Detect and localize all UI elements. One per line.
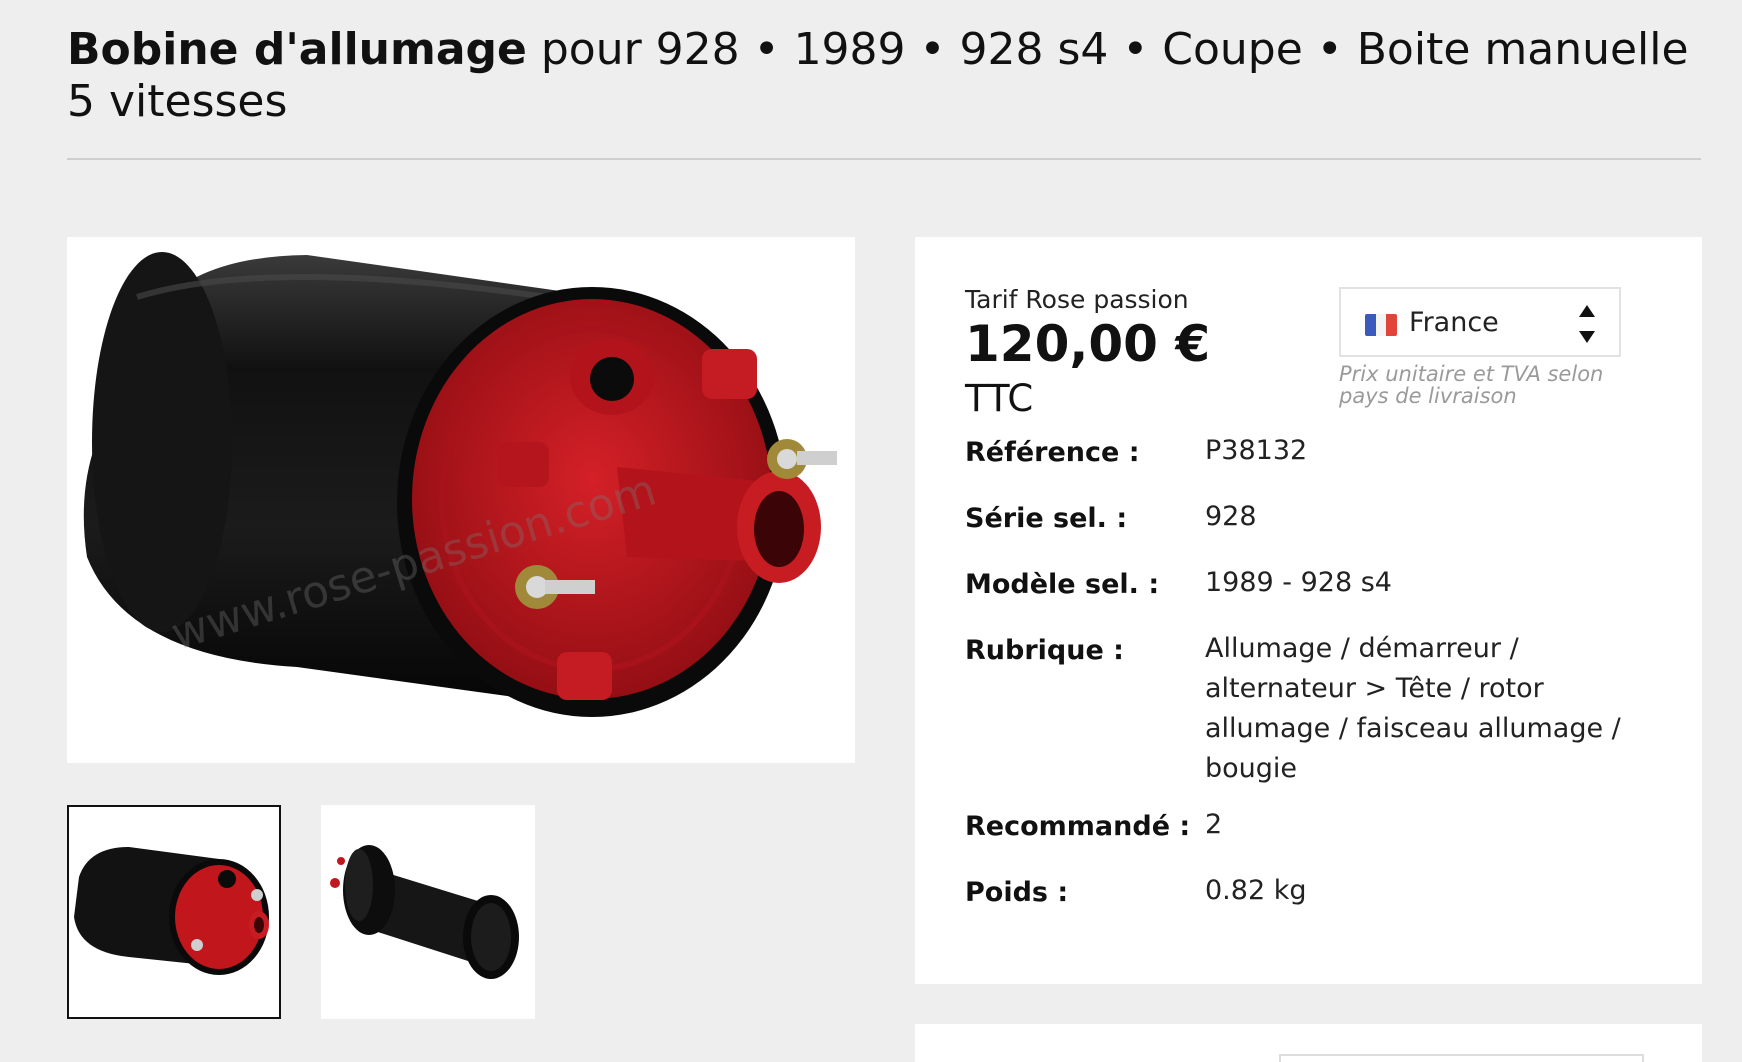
tax-label: TTC bbox=[965, 377, 1034, 420]
spec-value-category[interactable]: Allumage / démarreur / alternateur > Têt… bbox=[1205, 629, 1655, 789]
spec-label-weight: Poids : bbox=[965, 877, 1069, 908]
spec-value-model: 1989 - 928 s4 bbox=[1205, 567, 1392, 598]
quantity-field[interactable] bbox=[1279, 1054, 1644, 1062]
spec-label-reference: Référence : bbox=[965, 437, 1140, 468]
spec-label-recommended: Recommandé : bbox=[965, 811, 1191, 842]
france-flag-icon bbox=[1365, 314, 1397, 336]
page-title: Bobine d'allumage pour 928 • 1989 • 928 … bbox=[67, 24, 1707, 128]
price-value: 120,00 € bbox=[965, 315, 1211, 373]
country-select-value: France bbox=[1409, 307, 1499, 338]
spec-label-series: Série sel. : bbox=[965, 503, 1128, 534]
spec-value-recommended: 2 bbox=[1205, 809, 1223, 840]
thumbnail-2[interactable] bbox=[321, 805, 535, 1019]
vat-note: Prix unitaire et TVA selon pays de livra… bbox=[1339, 362, 1604, 408]
price-label: Tarif Rose passion bbox=[965, 285, 1189, 314]
ignition-coil-illustration bbox=[83, 252, 837, 717]
spec-value-weight: 0.82 kg bbox=[1205, 875, 1307, 906]
spec-value-series: 928 bbox=[1205, 501, 1257, 532]
add-to-cart-panel bbox=[915, 1024, 1702, 1062]
thumbnail-1[interactable] bbox=[67, 805, 281, 1019]
title-divider bbox=[67, 158, 1701, 160]
spec-label-category: Rubrique : bbox=[965, 635, 1124, 666]
select-arrows-icon bbox=[1579, 305, 1597, 343]
country-select[interactable]: France bbox=[1339, 287, 1621, 357]
product-details-panel: Tarif Rose passion 120,00 € TTC France P… bbox=[915, 237, 1702, 984]
spec-value-reference: P38132 bbox=[1205, 435, 1308, 466]
main-product-image[interactable]: www.rose-passion.com bbox=[67, 237, 855, 763]
ignition-coil-front-thumbnail bbox=[74, 847, 269, 975]
ignition-coil-rear-thumbnail bbox=[330, 845, 519, 979]
spec-label-model: Modèle sel. : bbox=[965, 569, 1160, 600]
product-name: Bobine d'allumage bbox=[67, 24, 527, 75]
